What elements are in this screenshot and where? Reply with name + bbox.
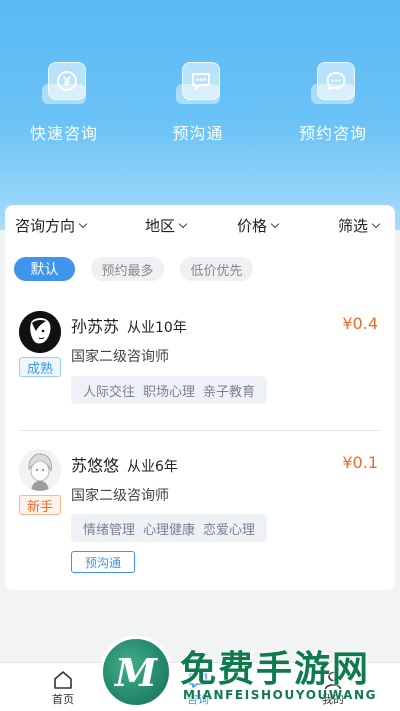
- filter-direction-label: 咨询方向: [15, 217, 76, 235]
- filter-more-label: 筛选: [338, 217, 369, 235]
- filter-price-label: 价格: [237, 217, 268, 235]
- counselor-name-text: 苏悠悠: [71, 456, 120, 475]
- counselor-title: 国家二级咨询师: [71, 488, 169, 504]
- watermark-logo: M: [100, 636, 172, 708]
- filter-more-dropdown[interactable]: 筛选: [338, 215, 381, 236]
- tag: 心理健康: [143, 522, 196, 538]
- filter-region-dropdown[interactable]: 地区: [145, 215, 188, 236]
- counselor-name-text: 孙苏苏: [71, 317, 120, 336]
- chevron-down-icon: [371, 219, 381, 228]
- filter-region-label: 地区: [145, 217, 176, 235]
- counselor-card[interactable]: 成熟 孙苏苏 从业10年 ¥0.4 国家二级咨询师 人际交往 职场心理 亲子教育: [5, 305, 395, 430]
- price-text: ¥0.4: [342, 314, 378, 333]
- pre-communicate-badge[interactable]: 预沟通: [71, 551, 135, 573]
- filter-price-dropdown[interactable]: 价格: [237, 215, 280, 236]
- chevron-down-icon: [270, 219, 280, 228]
- specialty-tags: 人际交往 职场心理 亲子教育: [71, 376, 268, 404]
- tab-home[interactable]: 首页: [23, 669, 103, 707]
- specialty-tags: 情绪管理 心理健康 恋爱心理: [71, 514, 268, 542]
- watermark-subtext: MIANFEISHOUYOUWANG: [183, 688, 378, 702]
- counselor-name: 苏悠悠 从业6年: [71, 452, 178, 476]
- filter-direction-dropdown[interactable]: 咨询方向: [15, 215, 88, 236]
- quick-consult-label: 快速咨询: [29, 124, 98, 143]
- experience-text: 从业6年: [127, 459, 178, 475]
- tag: 职场心理: [143, 384, 196, 400]
- chevron-down-icon: [178, 219, 188, 228]
- hero-banner: 快速咨询 预沟通 预约咨询: [0, 0, 400, 230]
- avatar: [19, 449, 61, 491]
- counselor-list-panel: 咨询方向 地区 价格 筛选 默认 预约最多 低价优先 成熟 孙苏苏 从业10年 …: [5, 205, 395, 590]
- tag: 亲子教育: [203, 384, 256, 400]
- level-badge: 新手: [19, 495, 61, 515]
- sort-most-booked-chip[interactable]: 预约最多: [91, 257, 164, 281]
- book-consult-button[interactable]: 预约咨询: [278, 58, 388, 144]
- tag: 情绪管理: [83, 522, 136, 538]
- tag: 人际交往: [83, 384, 136, 400]
- watermark: M 免费手游网 MIANFEISHOUYOUWANG: [100, 636, 400, 711]
- counselor-title: 国家二级咨询师: [71, 349, 169, 365]
- pre-communicate-label: 预沟通: [172, 124, 224, 143]
- book-consult-label: 预约咨询: [298, 124, 367, 143]
- avatar: [19, 311, 61, 353]
- level-badge: 成熟: [19, 357, 61, 377]
- counselor-name: 孙苏苏 从业10年: [71, 313, 187, 337]
- tag: 恋爱心理: [203, 522, 256, 538]
- sort-low-price-chip[interactable]: 低价优先: [180, 257, 253, 281]
- quick-consult-button[interactable]: 快速咨询: [9, 58, 119, 144]
- tab-home-label: 首页: [52, 693, 74, 706]
- home-icon: [23, 669, 103, 691]
- watermark-text: 免费手游网: [180, 649, 371, 690]
- chevron-down-icon: [78, 219, 88, 228]
- filter-bar: 咨询方向 地区 价格 筛选: [5, 215, 395, 243]
- sort-default-chip[interactable]: 默认: [14, 257, 75, 281]
- counselor-card[interactable]: 新手 苏悠悠 从业6年 ¥0.1 国家二级咨询师 情绪管理 心理健康 恋爱心理 预…: [5, 445, 395, 585]
- divider: [19, 430, 381, 431]
- yen-chat-icon: [40, 58, 88, 106]
- experience-text: 从业10年: [127, 320, 187, 336]
- price-text: ¥0.1: [342, 453, 378, 472]
- chat-bubble-icon: [309, 58, 357, 106]
- pre-communicate-button[interactable]: 预沟通: [143, 58, 253, 144]
- message-dots-icon: [174, 58, 222, 106]
